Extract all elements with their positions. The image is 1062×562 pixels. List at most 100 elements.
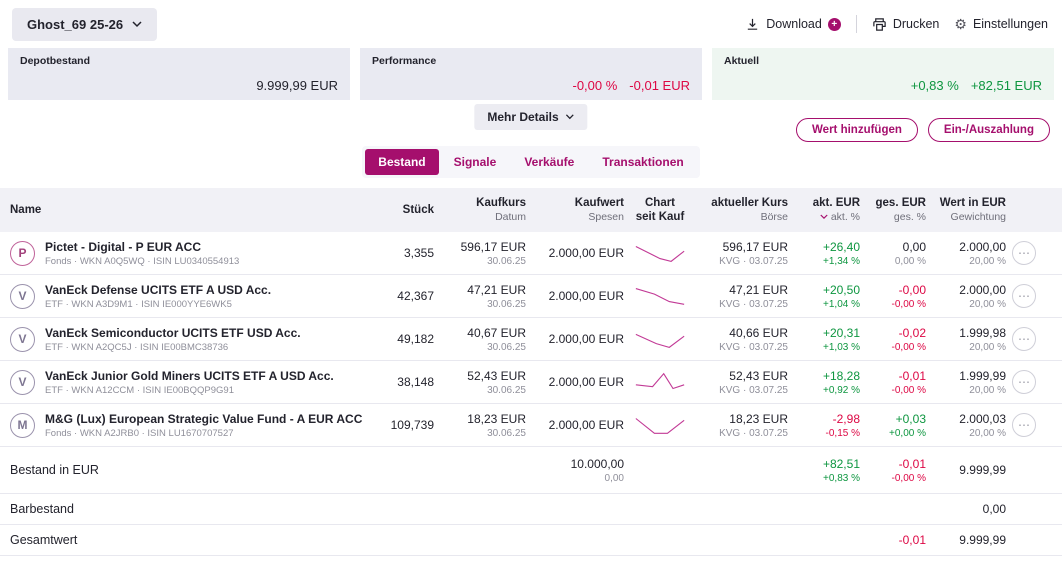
header-ges[interactable]: ges. EUR ges. % <box>866 197 926 223</box>
ellipsis-icon: ⋯ <box>1018 247 1030 259</box>
sparkline-chart[interactable] <box>630 240 690 266</box>
kaufwert-value: 2.000,00 EUR <box>532 289 624 303</box>
fund-details: ETF · WKN A12CCM · ISIN IE00BQQP9G91 <box>45 385 334 396</box>
more-options-button[interactable]: ⋯ <box>1012 327 1036 351</box>
plus-badge-icon[interactable]: + <box>828 18 841 31</box>
top-bar: Ghost_69 25-26 Download + Drucken ⚙ Eins… <box>0 0 1062 48</box>
print-label: Drucken <box>893 17 940 31</box>
download-label: Download <box>766 17 822 31</box>
mehr-details-button[interactable]: Mehr Details <box>474 104 587 130</box>
printer-icon <box>872 17 887 32</box>
sparkline-chart[interactable] <box>630 283 690 309</box>
table-row[interactable]: V VanEck Junior Gold Miners UCITS ETF A … <box>0 361 1062 404</box>
download-icon <box>745 17 760 32</box>
mehr-details-label: Mehr Details <box>487 110 558 124</box>
table-row[interactable]: P Pictet - Digital - P EUR ACC Fonds · W… <box>0 232 1062 275</box>
stueck-value: 42,367 <box>378 289 434 303</box>
sparkline-chart[interactable] <box>630 369 690 395</box>
kaufwert-value: 2.000,00 EUR <box>532 375 624 389</box>
kaufwert-value: 2.000,00 EUR <box>532 418 624 432</box>
portfolio-selector[interactable]: Ghost_69 25-26 <box>12 8 157 41</box>
fund-name-link[interactable]: VanEck Junior Gold Miners UCITS ETF A US… <box>45 369 334 383</box>
header-aktueller-kurs[interactable]: aktueller Kurs Börse <box>696 197 788 223</box>
fund-type-icon: V <box>10 284 35 309</box>
fund-name-link[interactable]: Pictet - Digital - P EUR ACC <box>45 240 239 254</box>
depot-card-label: Depotbestand <box>20 55 338 67</box>
wert-value: 2.000,00 <box>932 240 1006 254</box>
more-options-button[interactable]: ⋯ <box>1012 370 1036 394</box>
add-value-button[interactable]: Wert hinzufügen <box>796 118 918 142</box>
tab-transaktionen[interactable]: Transaktionen <box>589 149 696 175</box>
kauf-datum: 30.06.25 <box>440 428 526 439</box>
kaufkurs-value: 52,43 EUR <box>440 369 526 383</box>
header-kaufwert[interactable]: Kaufwert Spesen <box>532 197 624 223</box>
download-button[interactable]: Download + <box>745 17 841 32</box>
ges-pct-value: -0,00 % <box>866 299 926 310</box>
header-chart[interactable]: Chart seit Kauf <box>630 196 690 225</box>
fund-details: ETF · WKN A3D9M1 · ISIN IE000YYE6WK5 <box>45 299 271 310</box>
fund-details: Fonds · WKN A0Q5WQ · ISIN LU0340554913 <box>45 256 239 267</box>
tab-signale[interactable]: Signale <box>441 149 510 175</box>
summary-kaufwert: 10.000,00 <box>532 457 624 471</box>
table-row[interactable]: V VanEck Semiconductor UCITS ETF USD Acc… <box>0 318 1062 361</box>
kauf-datum: 30.06.25 <box>440 256 526 267</box>
kauf-datum: 30.06.25 <box>440 299 526 310</box>
fund-name-link[interactable]: VanEck Defense UCITS ETF A USD Acc. <box>45 283 271 297</box>
header-kaufkurs[interactable]: Kaufkurs Datum <box>440 197 526 223</box>
akt-eur-value: +20,31 <box>794 326 860 340</box>
middle-controls: Mehr Details Wert hinzufügen Ein-/Auszah… <box>0 100 1062 146</box>
fund-type-icon: V <box>10 327 35 352</box>
boerse-info: KVG · 03.07.25 <box>696 342 788 353</box>
table-row[interactable]: V VanEck Defense UCITS ETF A USD Acc. ET… <box>0 275 1062 318</box>
fund-type-icon: M <box>10 413 35 438</box>
summary-label: Gesamtwert <box>10 533 77 547</box>
summary-ges-eur: -0,01 <box>866 533 926 547</box>
ges-pct-value: 0,00 % <box>866 256 926 267</box>
summary-spesen: 0,00 <box>532 473 624 484</box>
kauf-datum: 30.06.25 <box>440 385 526 396</box>
wert-value: 2.000,03 <box>932 412 1006 426</box>
summary-wert: 0,00 <box>932 502 1006 516</box>
kaufkurs-value: 18,23 EUR <box>440 412 526 426</box>
more-options-button[interactable]: ⋯ <box>1012 241 1036 265</box>
more-options-button[interactable]: ⋯ <box>1012 413 1036 437</box>
gewichtung-value: 20,00 % <box>932 428 1006 439</box>
ges-eur-value: 0,00 <box>866 240 926 254</box>
akt-pct-value: +1,34 % <box>794 256 860 267</box>
ges-pct-value: -0,00 % <box>866 385 926 396</box>
ellipsis-icon: ⋯ <box>1018 419 1030 431</box>
summary-band: Depotbestand 9.999,99 EUR Performance -0… <box>0 48 1062 100</box>
aktueller-kurs-value: 596,17 EUR <box>696 240 788 254</box>
more-options-button[interactable]: ⋯ <box>1012 284 1036 308</box>
fund-name-link[interactable]: VanEck Semiconductor UCITS ETF USD Acc. <box>45 326 301 340</box>
tab-bestand[interactable]: Bestand <box>365 149 438 175</box>
header-wert[interactable]: Wert in EUR Gewichtung <box>932 197 1006 223</box>
summary-label: Barbestand <box>10 502 74 516</box>
stueck-value: 109,739 <box>378 418 434 432</box>
ges-eur-value: +0,03 <box>866 412 926 426</box>
fund-name-link[interactable]: M&G (Lux) European Strategic Value Fund … <box>45 412 362 426</box>
boerse-info: KVG · 03.07.25 <box>696 385 788 396</box>
akt-eur-value: +20,50 <box>794 283 860 297</box>
stueck-value: 38,148 <box>378 375 434 389</box>
header-name[interactable]: Name <box>10 204 372 216</box>
ges-eur-value: -0,02 <box>866 326 926 340</box>
table-row[interactable]: M M&G (Lux) European Strategic Value Fun… <box>0 404 1062 447</box>
header-stueck[interactable]: Stück <box>378 204 434 216</box>
akt-pct-value: +1,03 % <box>794 342 860 353</box>
tab-verkaeufe[interactable]: Verkäufe <box>511 149 587 175</box>
akt-pct-value: +0,92 % <box>794 385 860 396</box>
sparkline-chart[interactable] <box>630 412 690 438</box>
kaufkurs-value: 40,67 EUR <box>440 326 526 340</box>
kaufwert-value: 2.000,00 EUR <box>532 246 624 260</box>
sparkline-chart[interactable] <box>630 326 690 352</box>
header-akt[interactable]: akt. EUR akt. % <box>794 197 860 223</box>
sort-chevron-icon[interactable] <box>820 214 828 220</box>
print-button[interactable]: Drucken <box>872 17 940 32</box>
payment-button[interactable]: Ein-/Auszahlung <box>928 118 1050 142</box>
ellipsis-icon: ⋯ <box>1018 333 1030 345</box>
aktuell-amount: +82,51 EUR <box>971 78 1042 93</box>
wert-value: 1.999,99 <box>932 369 1006 383</box>
performance-amount: -0,01 EUR <box>629 78 690 93</box>
settings-button[interactable]: ⚙ Einstellungen <box>954 17 1048 31</box>
